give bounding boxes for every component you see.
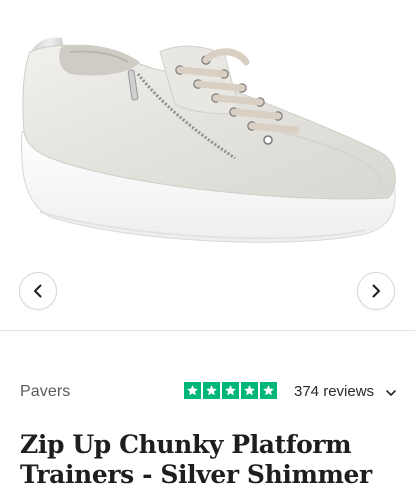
product-title-line-2: Trainers - Silver Shimmer [20, 460, 372, 489]
product-meta-row: Pavers 374 reviews [0, 378, 415, 408]
product-image[interactable] [10, 12, 405, 262]
product-title-line-1: Zip Up Chunky Platform [20, 430, 352, 459]
chevron-right-icon [372, 284, 380, 298]
next-image-button[interactable] [357, 272, 395, 310]
rating-stars[interactable] [184, 382, 277, 399]
previous-image-button[interactable] [19, 272, 57, 310]
product-gallery [0, 0, 415, 330]
star-icon [260, 382, 277, 399]
star-icon [203, 382, 220, 399]
reviews-link[interactable]: 374 reviews [294, 383, 374, 400]
star-icon [241, 382, 258, 399]
section-divider [0, 330, 415, 331]
star-icon [222, 382, 239, 399]
brand-name[interactable]: Pavers [20, 383, 70, 401]
chevron-down-icon[interactable] [385, 387, 397, 399]
product-title: Zip Up Chunky Platform Trainers - Silver… [20, 430, 410, 490]
star-icon [184, 382, 201, 399]
chevron-left-icon [34, 284, 42, 298]
